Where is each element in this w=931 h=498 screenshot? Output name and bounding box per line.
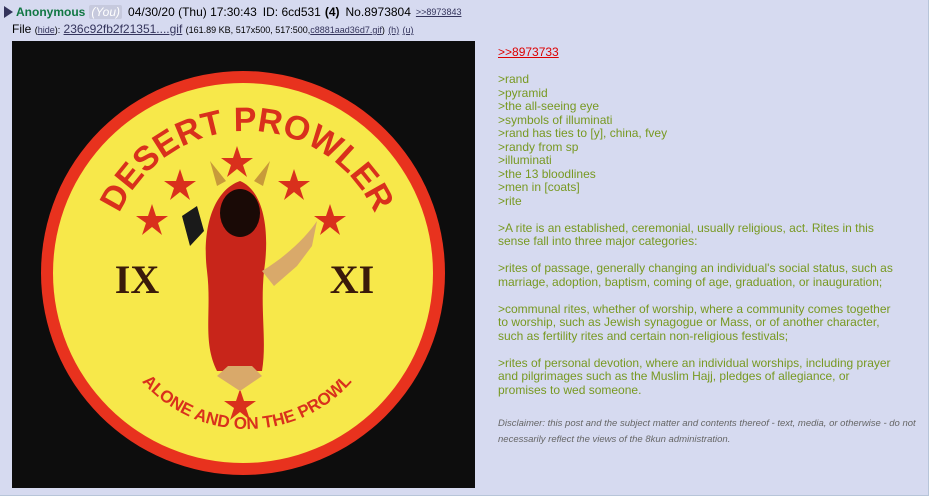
greentext-line: >men in [coats] [498,180,580,194]
post-datetime: 04/30/20 (Thu) 17:30:43 [128,5,257,19]
greentext-line: >the all-seeing eye [498,99,600,113]
greentext-line: >illuminati [498,153,552,167]
poster-name: Anonymous [16,5,86,19]
file-h-link[interactable]: (h) [388,25,399,35]
greentext-paragraph-rite: >A rite is an established, ceremonial, u… [498,220,874,248]
greentext-line: >rand [498,72,530,86]
greentext-paragraph-devotion: >rites of personal devotion, where an in… [498,355,891,397]
post-number[interactable]: No.8973804 [346,5,411,19]
post-image[interactable]: DESERT PROWLER ALONE AND ON THE PROWL IX… [12,41,475,488]
poster-id[interactable]: ID: 6cd531 [263,5,321,19]
post-container: Anonymous (You) 04/30/20 (Thu) 17:30:43 … [0,0,929,496]
greentext-line: >randy from sp [498,139,579,154]
greentext-line: >the 13 bloodlines [498,166,596,181]
greentext-line: >rite [498,193,522,208]
hide-file-link[interactable]: hide [38,25,55,35]
post-intro: Anonymous (You) 04/30/20 (Thu) 17:30:43 … [4,4,461,20]
greentext-paragraph-communal: >communal rites, whether of worship, whe… [498,301,891,343]
file-hash-link[interactable]: c8881aad36d7.gif [310,25,382,35]
backlink[interactable]: >>8973843 [416,7,462,17]
file-info: File (hide): 236c92fb2f21351....gif (161… [12,22,414,36]
you-tag: (You) [89,5,123,19]
file-prefix: File [12,22,32,36]
file-meta: (161.89 KB, 517x500, 517:500, [185,25,311,35]
post-disclaimer: Disclaimer: this post and the subject ma… [498,418,916,445]
greentext-line: >symbols of illuminati [498,112,613,127]
file-u-link[interactable]: (u) [403,25,414,35]
post-menu-arrow-icon[interactable] [4,6,13,18]
patch-right-numeral: XI [330,257,374,302]
greentext-line: >rand has ties to [y], china, fvey [498,126,668,140]
file-name-link[interactable]: 236c92fb2f21351....gif [64,22,183,36]
poster-id-count: (4) [324,5,340,19]
patch-left-numeral: IX [115,257,160,302]
desert-prowler-patch-image: DESERT PROWLER ALONE AND ON THE PROWL IX… [41,71,445,475]
file-meta-close: ) [381,25,385,35]
quote-link[interactable]: >>8973733 [498,45,559,59]
post-body: >>8973733 >rand >pyramid >the all-seeing… [498,45,913,397]
greentext-paragraph-passage: >rites of passage, generally changing an… [498,261,893,289]
greentext-line: >pyramid [498,85,548,100]
